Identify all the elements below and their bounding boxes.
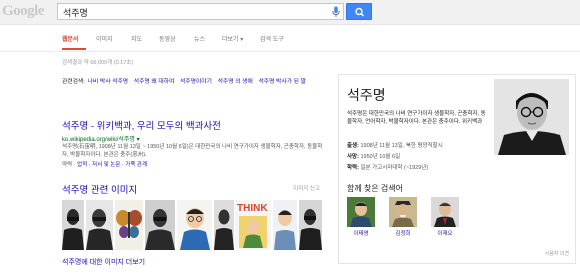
result-url[interactable]: ko.wikipedia.org/wiki/석주명 ▾ bbox=[62, 134, 327, 143]
report-images-link[interactable]: 이미지 신고 bbox=[293, 184, 320, 192]
result-stats: 검색결과 약 66,000개 (0.17초) bbox=[62, 60, 134, 66]
image-thumbnail[interactable] bbox=[115, 200, 143, 250]
image-thumbnail[interactable] bbox=[62, 200, 84, 250]
tab-videos[interactable]: 동영상 bbox=[159, 34, 176, 43]
person-name[interactable]: 이재오 bbox=[431, 229, 459, 237]
images-title-link[interactable]: 석주명 관련 이미지 bbox=[62, 182, 320, 196]
related-person[interactable]: 이태영 bbox=[347, 197, 375, 237]
active-tab-indicator bbox=[62, 48, 86, 50]
kp-fact-death: 사망: 1950년 10월 6일 bbox=[347, 152, 497, 163]
result-title-link[interactable]: 석주명 - 위키백과, 우리 모두의 백과사전 bbox=[62, 118, 327, 132]
search-tabs: 웹문서 이미지 지도 동영상 뉴스 더보기 ▾ 검색 도구 bbox=[0, 25, 580, 52]
top-bar: Google 석주명 bbox=[0, 0, 580, 25]
microphone-icon[interactable] bbox=[331, 6, 341, 18]
logo-text: Google bbox=[2, 3, 45, 19]
kp-fact-birth: 출생: 1908년 11월 13일, 북한 평양직할시 bbox=[347, 141, 497, 152]
images-header: 석주명 관련 이미지 이미지 신고 bbox=[62, 182, 320, 196]
related-person[interactable]: 이재오 bbox=[431, 197, 459, 237]
kp-fact-education: 학력: 일본 가고시마대학 (~1929년) bbox=[347, 163, 497, 174]
kp-related-people: 이태영 김정희 이재오 bbox=[347, 197, 497, 242]
fact-label: 사망: bbox=[347, 154, 359, 160]
related-searches: 관련검색: 나비 박사 석주명 석주명 왜 대하여 석주명이야기 석주명 의 생… bbox=[62, 78, 332, 87]
person-photo[interactable] bbox=[389, 197, 417, 227]
sitelinks-rest[interactable]: 업적 · 저서 및 논문 · 가족 관계 bbox=[77, 162, 147, 168]
related-person[interactable]: 김정희 bbox=[389, 197, 417, 237]
search-result: 석주명 - 위키백과, 우리 모두의 백과사전 ko.wikipedia.org… bbox=[62, 118, 327, 168]
kp-related-title: 함께 찾은 검색어 bbox=[347, 184, 403, 193]
related-link[interactable]: 석주명 박사가 된 말 bbox=[258, 79, 306, 85]
google-logo[interactable]: Google bbox=[2, 2, 47, 22]
related-link[interactable]: 석주명 의 생애 bbox=[218, 79, 253, 85]
image-thumbnail[interactable] bbox=[145, 200, 175, 250]
person-name[interactable]: 김정희 bbox=[389, 229, 417, 237]
more-images-link[interactable]: 석주명에 대한 이미지 더보기 bbox=[62, 257, 145, 267]
related-label: 관련검색: bbox=[62, 79, 85, 85]
fact-label: 학력: bbox=[347, 165, 359, 171]
person-photo[interactable] bbox=[347, 197, 375, 227]
related-link[interactable]: 석주명 왜 대하여 bbox=[134, 79, 175, 85]
kp-facts: 출생: 1908년 11월 13일, 북한 평양직할시 사망: 1950년 10… bbox=[347, 141, 497, 174]
result-snippet: 석주명(石宙明, 1908년 11월 13일 ~ 1950년 10월 6일)은 … bbox=[62, 144, 323, 158]
fact-value: 1908년 11월 13일, 북한 평양직할시 bbox=[360, 143, 443, 149]
image-thumbnail[interactable] bbox=[273, 200, 297, 250]
knowledge-panel: 석주명 석주명은 대한민국의 나비 연구가이자 생물학자, 곤충학자, 동물학자… bbox=[338, 74, 576, 264]
svg-text:THINK: THINK bbox=[237, 203, 268, 214]
search-icon bbox=[355, 7, 365, 17]
image-thumbnail[interactable] bbox=[86, 200, 113, 250]
sitelink-first[interactable]: 약력 · bbox=[62, 162, 75, 168]
tab-web[interactable]: 웹문서 bbox=[62, 34, 79, 43]
result-sitelinks: 약력 · 업적 · 저서 및 논문 · 가족 관계 bbox=[62, 160, 327, 168]
person-photo[interactable] bbox=[431, 197, 459, 227]
image-thumbnail[interactable] bbox=[299, 200, 322, 250]
search-input[interactable]: 석주명 bbox=[57, 3, 344, 20]
fact-value[interactable]: 일본 가고시마대학 (~1929년) bbox=[360, 165, 428, 171]
image-thumbnail[interactable] bbox=[177, 200, 212, 250]
image-thumbnail[interactable] bbox=[214, 200, 234, 250]
search-query[interactable]: 석주명 bbox=[63, 6, 88, 19]
person-name[interactable]: 이태영 bbox=[347, 229, 375, 237]
kp-description: 석주명은 대한민국의 나비 연구가이자 생물학자, 곤충학자, 동물학자, 언어… bbox=[347, 111, 486, 125]
image-strip: THINK bbox=[62, 200, 322, 250]
fact-label: 출생: bbox=[347, 143, 359, 149]
kp-portrait-image[interactable] bbox=[494, 79, 569, 155]
image-thumbnail[interactable]: THINK bbox=[235, 200, 271, 250]
feedback-link[interactable]: 사용자 의견 bbox=[545, 250, 569, 257]
tab-search-tools[interactable]: 검색 도구 bbox=[260, 34, 284, 43]
kp-title: 석주명 bbox=[347, 87, 386, 103]
related-link[interactable]: 나비 박사 석주명 bbox=[88, 79, 129, 85]
tab-more[interactable]: 더보기 ▾ bbox=[222, 34, 243, 43]
tab-images[interactable]: 이미지 bbox=[96, 34, 113, 43]
fact-value: 1950년 10월 6일 bbox=[360, 154, 401, 160]
tab-news[interactable]: 뉴스 bbox=[194, 34, 205, 43]
tab-maps[interactable]: 지도 bbox=[131, 34, 142, 43]
related-link[interactable]: 석주명이야기 bbox=[180, 79, 212, 85]
search-button[interactable] bbox=[346, 3, 372, 20]
